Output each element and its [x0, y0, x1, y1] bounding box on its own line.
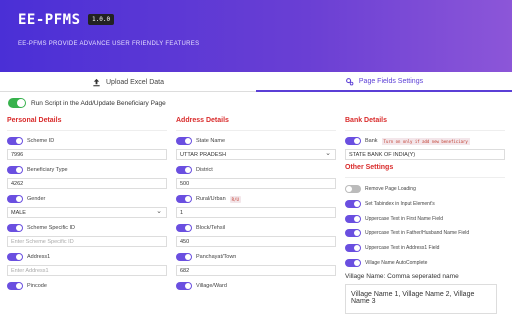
gender-toggle[interactable] — [7, 195, 23, 203]
tab-upload-label: Upload Excel Data — [106, 78, 164, 86]
tab-bar: Upload Excel Data Page Fields Settings — [0, 72, 512, 92]
state-name-select[interactable]: UTTAR PRADESH — [176, 149, 336, 160]
state-name-label: State Name — [196, 138, 226, 144]
brand-title: EE-PFMS — [18, 12, 81, 28]
run-script-row: Run Script in the Add/Update Beneficiary… — [8, 98, 166, 108]
scheme-id-label: Scheme ID — [27, 138, 55, 144]
app-header: EE-PFMS 1.0.0 EE-PFMS PROVIDE ADVANCE US… — [0, 0, 512, 72]
district-label: District — [196, 167, 213, 173]
bank-field[interactable]: STATE BANK OF INDIA(Y) — [345, 149, 505, 160]
scheme-id-field[interactable]: 7996 — [7, 149, 167, 160]
bank-tag: Turn on only if add new beneficiary — [381, 137, 470, 145]
gender-label: Gender — [27, 196, 46, 202]
version-badge: 1.0.0 — [88, 14, 115, 25]
address1-toggle[interactable] — [7, 253, 23, 261]
tab-page-fields-settings[interactable]: Page Fields Settings — [256, 72, 512, 92]
run-script-label: Run Script in the Add/Update Beneficiary… — [31, 99, 166, 107]
bank-details-title: Bank Details — [345, 117, 505, 131]
run-script-toggle[interactable] — [8, 98, 26, 108]
remove-page-loading-toggle[interactable] — [345, 185, 361, 194]
uppercase-father-name-toggle[interactable] — [345, 229, 361, 238]
other-settings-title: Other Settings — [345, 164, 505, 178]
other-item-label: Village Name AutoComplete — [365, 259, 428, 266]
beneficiary-type-label: Beneficiary Type — [27, 167, 68, 173]
personal-details-section: Personal Details Scheme ID 7996 Benefici… — [7, 117, 167, 292]
block-tehsil-toggle[interactable] — [176, 224, 192, 232]
rural-urban-tag: R/U — [229, 195, 241, 203]
upload-icon — [93, 78, 100, 86]
address-details-section: Address Details State Name UTTAR PRADESH… — [176, 117, 336, 292]
scheme-specific-id-toggle[interactable] — [7, 224, 23, 232]
uppercase-first-name-toggle[interactable] — [345, 214, 361, 223]
address1-field[interactable]: Enter Address1 — [7, 265, 167, 276]
tab-upload-excel[interactable]: Upload Excel Data — [0, 72, 256, 92]
bank-details-section: Bank Details Bank Turn on only if add new… — [345, 117, 505, 315]
village-ward-label: Village/Ward — [196, 283, 227, 289]
bank-toggle[interactable] — [345, 137, 361, 145]
gender-select[interactable]: MALE — [7, 207, 167, 218]
village-names-textarea[interactable]: Village Name 1, Village Name 2, Village … — [345, 284, 497, 315]
panchayat-town-field[interactable]: 682 — [176, 265, 336, 276]
village-names-label: Village Name: Comma seperated name — [345, 273, 459, 281]
scheme-specific-id-field[interactable]: Enter Scheme Specific ID — [7, 236, 167, 247]
rural-urban-field[interactable]: 1 — [176, 207, 336, 218]
other-item-label: Uppercase Text in First Name Field — [365, 215, 443, 222]
personal-details-title: Personal Details — [7, 117, 167, 131]
set-tabindex-toggle[interactable] — [345, 200, 361, 209]
address1-label: Address1 — [27, 254, 51, 260]
address-details-title: Address Details — [176, 117, 336, 131]
scheme-id-toggle[interactable] — [7, 137, 23, 145]
panchayat-town-label: Panchayat/Town — [196, 254, 237, 260]
bank-label: Bank — [365, 138, 378, 144]
district-toggle[interactable] — [176, 166, 192, 174]
block-tehsil-label: Block/Tehsil — [196, 225, 226, 231]
other-item-label: Uppercase Text in Address1 Field — [365, 245, 440, 252]
tab-settings-label: Page Fields Settings — [358, 77, 424, 85]
tagline: EE-PFMS PROVIDE ADVANCE USER FRIENDLY FE… — [18, 41, 200, 47]
rural-urban-label: Rural/Urban — [196, 196, 226, 202]
beneficiary-type-toggle[interactable] — [7, 166, 23, 174]
panchayat-town-toggle[interactable] — [176, 253, 192, 261]
other-item-label: Uppercase Text in Father/Husband Name Fi… — [365, 230, 470, 237]
other-item-label: Remove Page Loading — [365, 186, 416, 193]
block-tehsil-field[interactable]: 450 — [176, 236, 336, 247]
rural-urban-toggle[interactable] — [176, 195, 192, 203]
village-autocomplete-toggle[interactable] — [345, 258, 361, 267]
beneficiary-type-field[interactable]: 4262 — [7, 178, 167, 189]
scheme-specific-id-label: Scheme Specific ID — [27, 225, 75, 231]
other-item-label: Set Tabindex in Input Element's — [365, 201, 435, 208]
village-ward-toggle[interactable] — [176, 282, 192, 290]
state-name-toggle[interactable] — [176, 137, 192, 145]
uppercase-address1-toggle[interactable] — [345, 244, 361, 253]
pincode-label: Pincode — [27, 283, 47, 289]
gear-icon — [345, 77, 354, 85]
pincode-toggle[interactable] — [7, 282, 23, 290]
district-field[interactable]: 500 — [176, 178, 336, 189]
